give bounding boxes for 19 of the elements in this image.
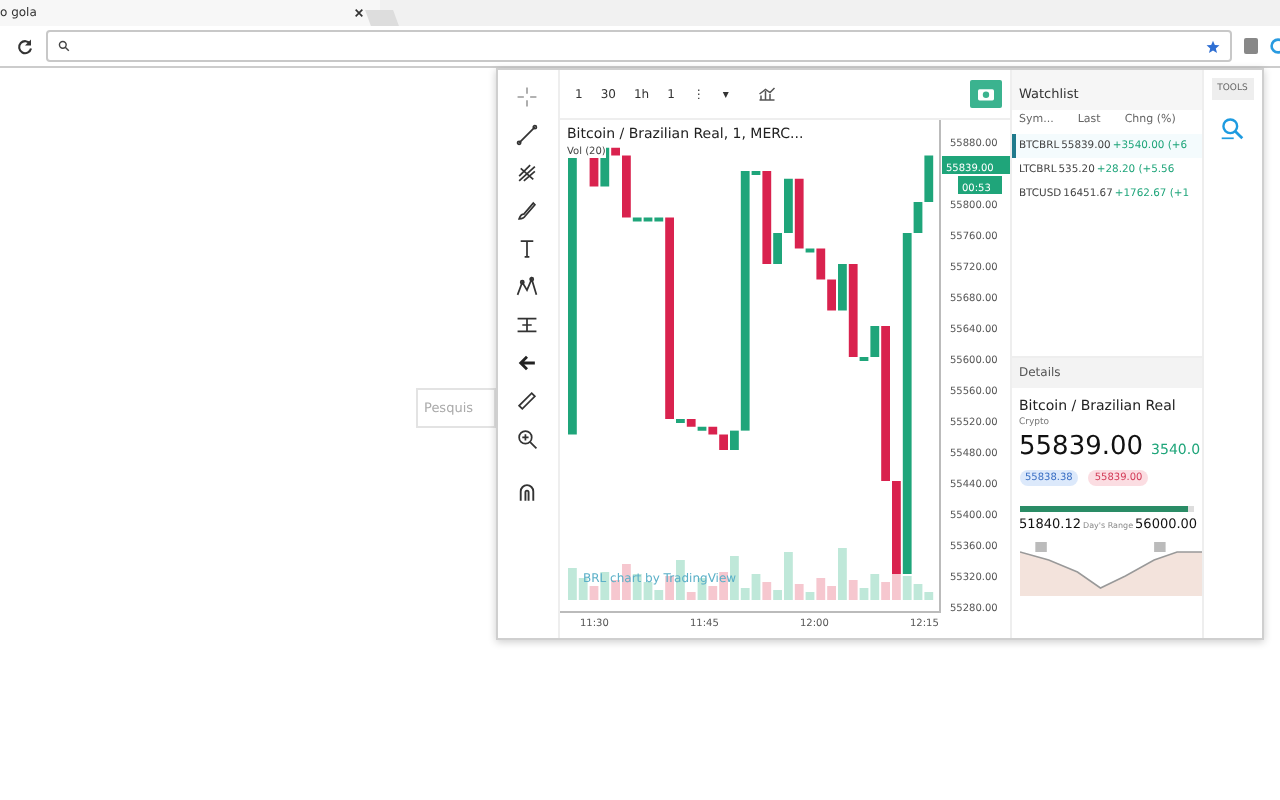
- text-icon[interactable]: [516, 238, 539, 260]
- back-arrow-icon[interactable]: [516, 352, 539, 374]
- measure-icon[interactable]: [516, 314, 539, 336]
- star-icon[interactable]: [1206, 39, 1220, 53]
- close-icon[interactable]: [354, 8, 364, 18]
- line-icon[interactable]: [516, 124, 539, 146]
- search-icon: [58, 40, 70, 52]
- indicators-icon[interactable]: [758, 86, 777, 102]
- zoom-in-icon[interactable]: [516, 428, 539, 450]
- brush-icon[interactable]: [516, 200, 539, 222]
- price-text: 55839.00: [1019, 432, 1144, 462]
- magnet-icon[interactable]: [516, 482, 539, 504]
- snapshot-button[interactable]: [969, 80, 1001, 108]
- pitchfork-icon[interactable]: [516, 162, 539, 184]
- reload-icon[interactable]: [16, 37, 34, 55]
- pattern-icon[interactable]: [516, 276, 539, 298]
- search-icon[interactable]: [1220, 116, 1245, 140]
- camera-icon: [975, 86, 995, 102]
- ruler-icon[interactable]: [516, 390, 539, 412]
